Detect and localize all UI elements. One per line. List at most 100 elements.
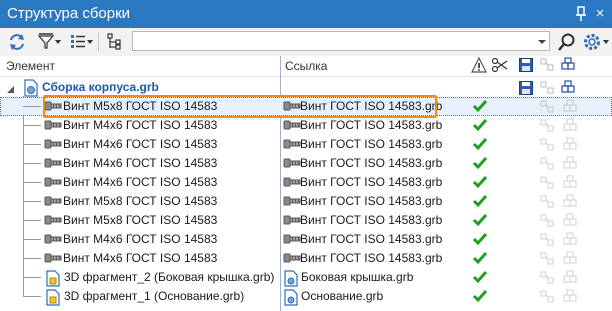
table-row[interactable]: 3D фрагмент_2 (Боковая крышка.grb) Бокова… (0, 268, 612, 287)
element-name: Винт M4x6 ГОСТ ISO 14583 (63, 175, 218, 189)
panel-title: Структура сборки (7, 5, 131, 22)
tree-branch (23, 296, 41, 297)
chevron-down-icon (87, 40, 93, 44)
table-row[interactable]: Винт M4x6 ГОСТ ISO 14583 Винт ГОСТ ISO 14… (0, 230, 612, 249)
table-row[interactable]: Винт M4x6 ГОСТ ISO 14583 Винт ГОСТ ISO 14… (0, 249, 612, 268)
link-file-name: Винт ГОСТ ISO 14583.grb (300, 251, 443, 265)
gear-icon[interactable] (582, 31, 610, 53)
tree-branch (23, 239, 41, 240)
screw-icon (44, 194, 62, 212)
screw-icon (44, 137, 62, 155)
column-header: Элемент Ссылка (0, 56, 612, 77)
chevron-down-icon (55, 40, 61, 44)
element-name: Винт M5x8 ГОСТ ISO 14583 (63, 99, 218, 113)
screw-icon (44, 251, 62, 269)
list-options-icon[interactable] (68, 31, 94, 53)
table-row[interactable]: 3D фрагмент_1 (Основание.grb) Основание.g… (0, 287, 612, 306)
check-icon[interactable] (472, 194, 488, 211)
scissors-icon[interactable] (491, 57, 509, 76)
tree-branch (23, 258, 41, 259)
check-icon[interactable] (472, 270, 488, 287)
element-name: Винт M5x8 ГОСТ ISO 14583 (63, 194, 218, 208)
close-button[interactable]: × (592, 4, 608, 24)
column-element[interactable]: Элемент (6, 59, 55, 73)
element-name: 3D фрагмент_2 (Боковая крышка.grb) (64, 270, 275, 284)
column-link[interactable]: Ссылка (285, 59, 327, 73)
table-row[interactable]: Винт M4x6 ГОСТ ISO 14583 Винт ГОСТ ISO 14… (0, 135, 612, 154)
element-name: Винт M4x6 ГОСТ ISO 14583 (63, 137, 218, 151)
screw-icon (283, 232, 301, 250)
check-icon[interactable] (472, 156, 488, 173)
fragment-icon (44, 289, 62, 309)
check-icon[interactable] (472, 232, 488, 249)
link-file-name: Винт ГОСТ ISO 14583.grb (300, 232, 443, 246)
table-row[interactable]: Винт M4x6 ГОСТ ISO 14583 Винт ГОСТ ISO 14… (0, 154, 612, 173)
screw-icon (283, 137, 301, 155)
link-file-name: Винт ГОСТ ISO 14583.grb (300, 194, 443, 208)
check-icon[interactable] (472, 137, 488, 154)
screw-icon (44, 156, 62, 174)
tree-branch (23, 220, 41, 221)
check-icon[interactable] (472, 99, 488, 116)
tree-branch (23, 144, 41, 145)
save-icon[interactable] (518, 57, 534, 76)
screw-icon (44, 118, 62, 136)
screw-icon (283, 156, 301, 174)
toolbar (0, 28, 612, 57)
check-icon[interactable] (472, 213, 488, 230)
link-file-name: Боковая крышка.grb (301, 270, 414, 284)
screw-icon (283, 251, 301, 269)
screw-icon (283, 213, 301, 231)
table-row[interactable]: Винт M5x8 ГОСТ ISO 14583 Винт ГОСТ ISO 14… (0, 97, 612, 116)
check-icon[interactable] (472, 251, 488, 268)
filter-icon[interactable] (36, 31, 62, 53)
element-name: Винт M4x6 ГОСТ ISO 14583 (63, 232, 218, 246)
link-file-name: Винт ГОСТ ISO 14583.grb (300, 213, 443, 227)
component-lock-icon[interactable] (540, 57, 558, 76)
search-history-dropdown[interactable] (538, 40, 546, 44)
screw-icon (44, 213, 62, 231)
link-file-name: Винт ГОСТ ISO 14583.grb (300, 156, 443, 170)
table-row[interactable]: Винт M4x6 ГОСТ ISO 14583 Винт ГОСТ ISO 14… (0, 116, 612, 135)
table-row[interactable]: Винт M5x8 ГОСТ ISO 14583 Винт ГОСТ ISO 14… (0, 192, 612, 211)
screw-icon (44, 175, 62, 193)
link-file-name: Винт ГОСТ ISO 14583.grb (300, 118, 443, 132)
screw-icon (283, 99, 301, 117)
check-icon[interactable] (472, 175, 488, 192)
table-row[interactable]: Винт M5x8 ГОСТ ISO 14583 Винт ГОСТ ISO 14… (0, 211, 612, 230)
screw-icon (283, 194, 301, 212)
root-assembly-label: Сборка корпуса.grb (42, 80, 159, 94)
tree-structure-icon[interactable] (104, 31, 126, 53)
link-file-name: Винт ГОСТ ISO 14583.grb (300, 175, 443, 189)
tree-branch (23, 106, 41, 107)
toolbar-separator (98, 33, 99, 51)
link-file-name: Винт ГОСТ ISO 14583.grb (300, 137, 443, 151)
element-name: Винт M4x6 ГОСТ ISO 14583 (63, 251, 218, 265)
screw-icon (283, 175, 301, 193)
title-bar: Структура сборки × (0, 0, 612, 28)
chevron-down-icon (603, 40, 609, 44)
cubes-icon[interactable] (560, 57, 576, 76)
tree-branch (23, 277, 41, 278)
tree-branch (23, 182, 41, 183)
check-icon[interactable] (472, 118, 488, 135)
check-icon[interactable] (472, 289, 488, 306)
screw-icon (44, 232, 62, 250)
cubes-icon[interactable] (562, 289, 578, 308)
element-name: 3D фрагмент_1 (Основание.grb) (64, 289, 245, 303)
screw-icon (283, 118, 301, 136)
file-link-icon (283, 289, 299, 309)
expand-arrow-icon[interactable] (6, 83, 15, 97)
tree-branch (23, 125, 41, 126)
link-file-name: Основание.grb (301, 289, 384, 303)
refresh-icon[interactable] (6, 31, 30, 53)
component-lock-icon[interactable] (540, 289, 558, 308)
search-input[interactable] (132, 31, 550, 51)
pin-icon[interactable] (572, 4, 590, 24)
table-row[interactable]: Винт M4x6 ГОСТ ISO 14583 Винт ГОСТ ISO 14… (0, 173, 612, 192)
element-name: Винт M4x6 ГОСТ ISO 14583 (63, 156, 218, 170)
tree-root-row[interactable]: Сборка корпуса.grb (0, 78, 612, 97)
warning-icon[interactable] (471, 56, 487, 76)
search-icon[interactable] (556, 31, 578, 53)
screw-icon (44, 99, 62, 117)
